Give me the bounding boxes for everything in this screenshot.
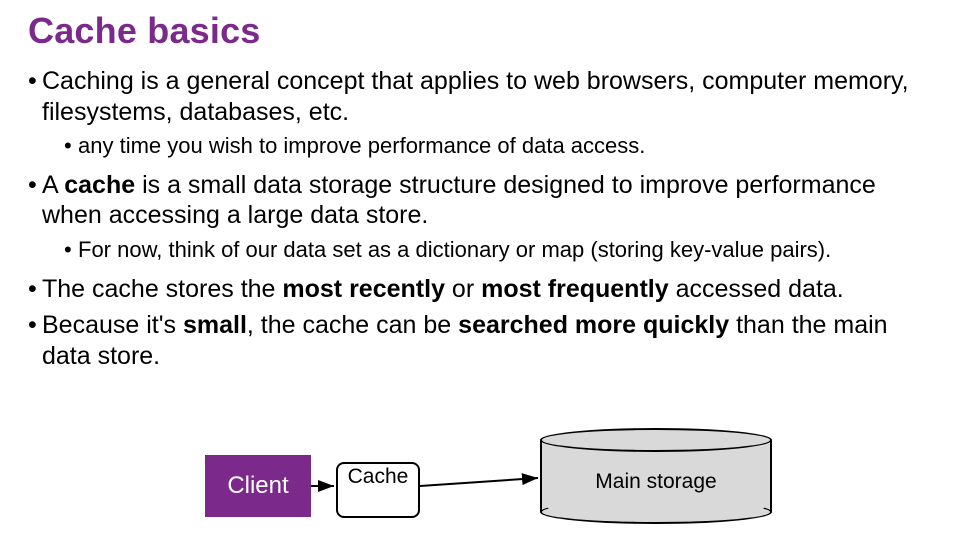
bullet-4-pre: Because it's xyxy=(42,311,183,339)
bullet-3-mid: or xyxy=(445,275,481,303)
bullet-3-post: accessed data. xyxy=(669,275,844,303)
bullet-1-text: Caching is a general concept that applie… xyxy=(42,67,909,126)
slide: Cache basics Caching is a general concep… xyxy=(0,0,960,540)
bullet-2-pre: A xyxy=(42,171,64,199)
bullet-4: Because it's small, the cache can be sea… xyxy=(28,310,932,371)
bullet-2-post: is a small data storage structure design… xyxy=(42,171,876,230)
bullet-4-mid: , the cache can be xyxy=(247,311,458,339)
bullet-3: The cache stores the most recently or mo… xyxy=(28,274,932,305)
bullet-1: Caching is a general concept that applie… xyxy=(28,66,932,160)
bullet-2-bold: cache xyxy=(64,171,135,199)
bullet-3-b1: most recently xyxy=(282,275,445,303)
bullet-4-b1: small xyxy=(183,311,247,339)
bullet-3-pre: The cache stores the xyxy=(42,275,282,303)
slide-title: Cache basics xyxy=(28,10,932,52)
bullet-1a: any time you wish to improve performance… xyxy=(64,133,932,160)
bullet-4-b2: searched more quickly xyxy=(458,311,729,339)
bullet-2: A cache is a small data storage structur… xyxy=(28,170,932,264)
bullet-list: Caching is a general concept that applie… xyxy=(28,66,932,371)
bullet-3-b2: most frequently xyxy=(481,275,669,303)
bullet-2a: For now, think of our data set as a dict… xyxy=(64,237,932,264)
